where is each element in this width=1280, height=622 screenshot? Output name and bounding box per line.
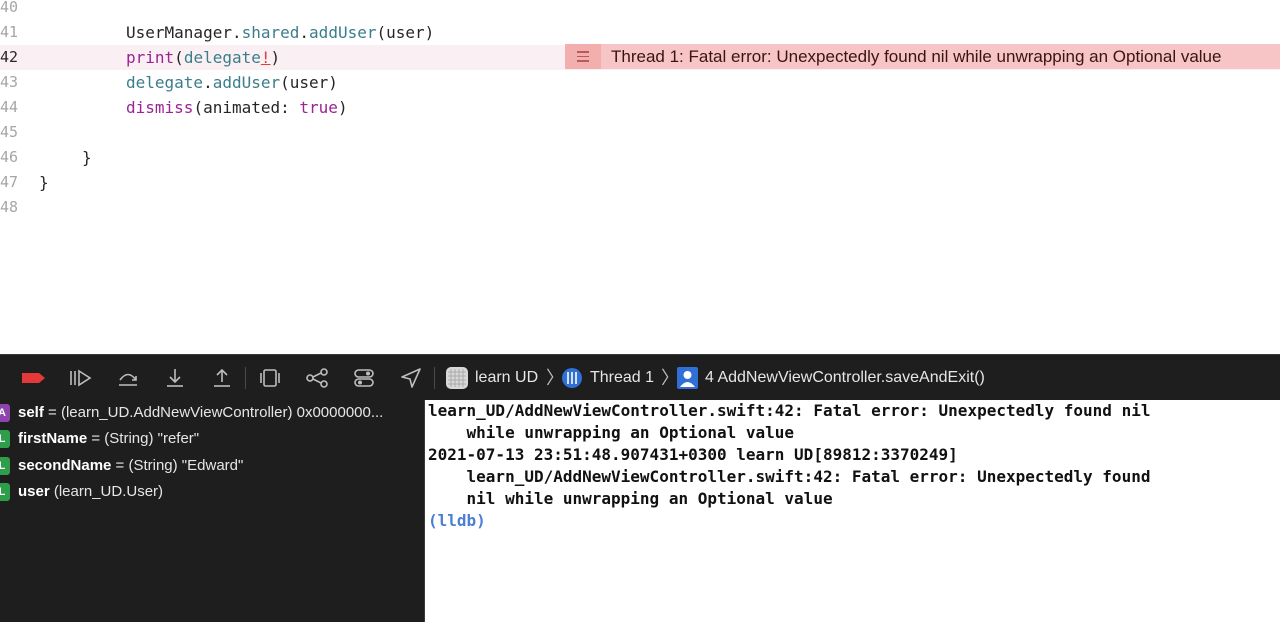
memory-graph-icon <box>306 368 328 388</box>
location-arrow-icon <box>401 368 421 388</box>
local-badge-icon: L <box>0 457 10 475</box>
view-hierarchy-button[interactable] <box>258 367 282 389</box>
code-line[interactable]: 44 dismiss(animated: true) <box>0 95 1280 120</box>
code-line[interactable]: 40 <box>0 0 1280 20</box>
variable-name: self = (learn_UD.AddNewViewController) 0… <box>18 404 384 421</box>
user-frame-icon <box>676 367 700 389</box>
breadcrumb-thread[interactable]: Thread 1 <box>590 355 654 401</box>
code-text: } <box>39 173 49 192</box>
step-out-button[interactable] <box>210 367 234 389</box>
line-number: 46 <box>0 148 19 166</box>
environment-overrides-button[interactable] <box>352 367 376 389</box>
debug-console[interactable]: learn_UD/AddNewViewController.swift:42: … <box>425 400 1280 622</box>
console-line: while unwrapping an Optional value <box>428 423 795 442</box>
breadcrumb-app[interactable]: learn UD <box>475 355 538 401</box>
variables-view[interactable]: A self = (learn_UD.AddNewViewController)… <box>0 400 424 622</box>
line-number: 42 <box>0 48 19 66</box>
error-annotation-toggle[interactable] <box>565 44 601 69</box>
thread-icon <box>561 367 585 389</box>
line-number: 48 <box>0 198 19 216</box>
code-line[interactable]: 47 } <box>0 170 1280 195</box>
error-message: Thread 1: Fatal error: Unexpectedly foun… <box>611 47 1222 66</box>
console-line: learn_UD/AddNewViewController.swift:42: … <box>428 467 1151 486</box>
variable-row[interactable]: L firstName = (String) "refer" <box>0 426 424 452</box>
variable-name: user (learn_UD.User) <box>18 483 164 500</box>
local-badge-icon: L <box>0 483 10 501</box>
code-text: print(delegate!) <box>126 48 281 67</box>
variable-name: secondName = (String) "Edward" <box>18 457 244 474</box>
toolbar-separator <box>245 367 246 389</box>
line-number: 45 <box>0 123 19 141</box>
console-line: nil while unwrapping an Optional value <box>428 489 833 508</box>
lines-icon <box>577 51 589 62</box>
instance-badge-icon: A <box>0 404 10 422</box>
line-number: 41 <box>0 23 19 41</box>
line-number: 40 <box>0 0 19 16</box>
variable-row[interactable]: L secondName = (String) "Edward" <box>0 453 424 479</box>
step-into-button[interactable] <box>163 367 187 389</box>
code-line[interactable]: 43 delegate.addUser(user) <box>0 70 1280 95</box>
code-line[interactable]: 45 <box>0 120 1280 145</box>
code-text: delegate.addUser(user) <box>126 73 338 92</box>
variable-row[interactable]: L user (learn_UD.User) <box>0 479 424 505</box>
code-line[interactable]: 46 } <box>0 145 1280 170</box>
console-line: learn_UD/AddNewViewController.swift:42: … <box>428 401 1151 420</box>
variable-name: firstName = (String) "refer" <box>18 430 200 447</box>
code-editor[interactable]: 40 41 UserManager.shared.addUser(user) 4… <box>0 0 1280 354</box>
code-text: dismiss(animated: true) <box>126 98 348 117</box>
step-over-icon <box>119 373 137 386</box>
continue-icon <box>70 369 92 387</box>
line-number: 43 <box>0 73 19 91</box>
breakpoints-toggle-button[interactable] <box>22 367 46 389</box>
step-into-icon <box>167 369 183 387</box>
continue-button[interactable] <box>68 367 92 389</box>
line-number: 44 <box>0 98 19 116</box>
breakpoint-icon <box>22 373 45 383</box>
breadcrumb-frame[interactable]: 4 AddNewViewController.saveAndExit() <box>705 355 985 401</box>
toolbar-separator <box>434 367 435 389</box>
line-number: 47 <box>0 173 19 191</box>
variable-row[interactable]: A self = (learn_UD.AddNewViewController)… <box>0 400 424 426</box>
code-text: } <box>82 148 92 167</box>
code-line[interactable]: 48 <box>0 195 1280 220</box>
app-icon <box>445 367 469 389</box>
debug-bar: learn UD 〉 Thread 1 〉 4 AddNewViewContro… <box>0 354 1280 400</box>
code-line[interactable]: 41 UserManager.shared.addUser(user) <box>0 20 1280 45</box>
error-annotation[interactable]: Thread 1: Fatal error: Unexpectedly foun… <box>565 44 1280 69</box>
memory-graph-button[interactable] <box>305 367 329 389</box>
view-hierarchy-icon <box>260 369 280 387</box>
lldb-prompt[interactable]: (lldb) <box>428 510 486 532</box>
step-over-button[interactable] <box>116 367 140 389</box>
local-badge-icon: L <box>0 430 10 448</box>
simulate-location-button[interactable] <box>399 367 423 389</box>
environment-overrides-icon <box>354 369 374 387</box>
console-line: 2021-07-13 23:51:48.907431+0300 learn UD… <box>428 445 958 464</box>
force-unwrap-marker: ! <box>260 48 271 67</box>
step-out-icon <box>214 368 230 387</box>
code-text: UserManager.shared.addUser(user) <box>126 23 435 42</box>
